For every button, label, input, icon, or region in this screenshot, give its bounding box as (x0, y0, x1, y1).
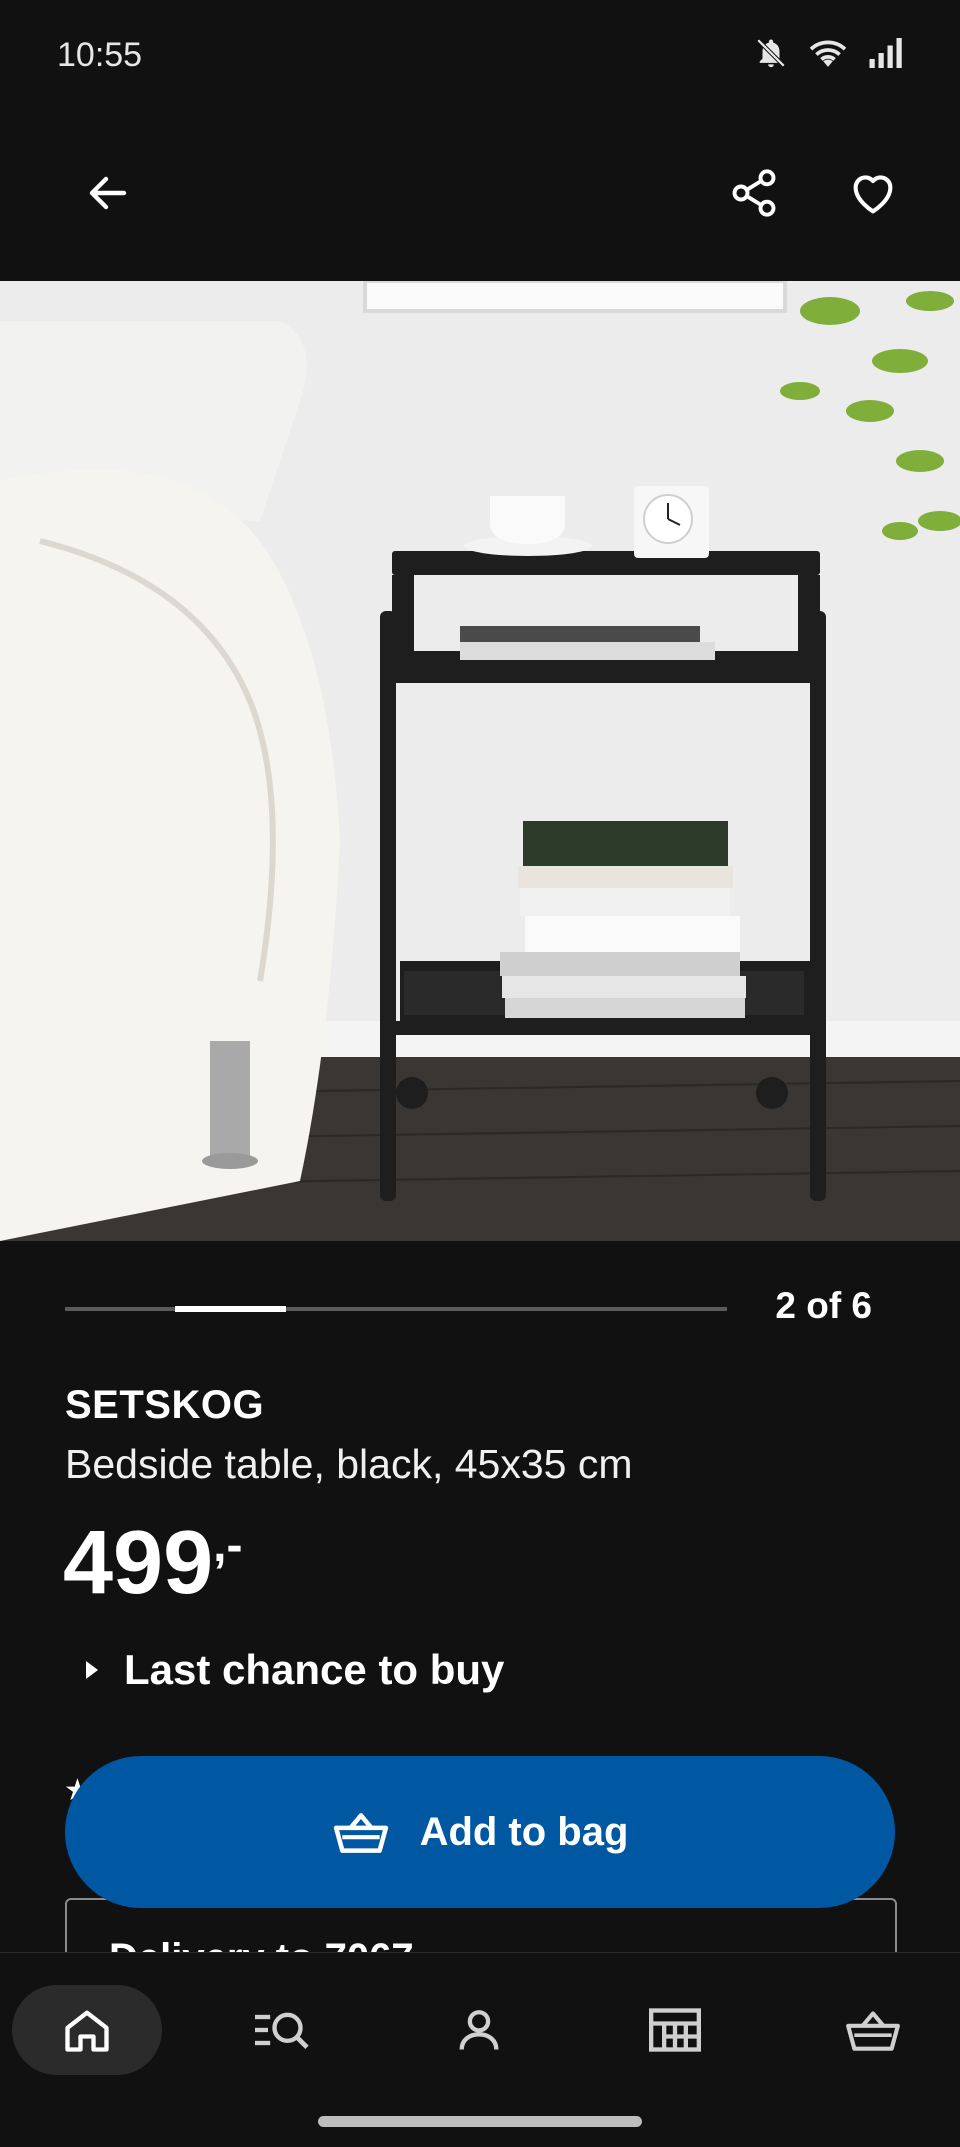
status-bar: 10:55 (0, 0, 960, 115)
availability-label: Last chance to buy (124, 1646, 505, 1693)
heart-icon (853, 175, 893, 214)
signal-icon (869, 38, 902, 68)
tab-home[interactable] (12, 1985, 162, 2075)
person-icon (459, 2010, 499, 2050)
image-counter: 2 of 6 (775, 1285, 872, 1326)
price-suffix: ,- (213, 1519, 243, 1572)
share-icon (732, 169, 776, 217)
image-carousel-indicator: 2 of 6 (0, 1241, 960, 1341)
store-icon (649, 2008, 701, 2052)
add-to-bag-label: Add to bag (419, 1809, 629, 1854)
carousel-progress (175, 1306, 286, 1312)
home-indicator[interactable] (318, 2116, 642, 2127)
basket-icon (333, 1813, 388, 1853)
tab-bag[interactable] (798, 1985, 948, 2075)
basket-icon (846, 2011, 900, 2051)
product-image[interactable] (0, 281, 960, 1241)
status-icons (754, 36, 904, 70)
favorite-button[interactable] (833, 153, 913, 233)
availability-toggle[interactable]: Last chance to buy (86, 1645, 504, 1695)
bell-off-icon (756, 38, 786, 68)
product-price: 499,- (63, 1518, 243, 1608)
product-photo (0, 281, 960, 1241)
top-nav (0, 115, 960, 280)
back-arrow-icon (89, 176, 127, 210)
tab-stores[interactable] (600, 1985, 750, 2075)
home-icon (65, 2010, 109, 2052)
price-value: 499 (63, 1513, 214, 1613)
wifi-icon (809, 40, 847, 67)
tab-profile[interactable] (404, 1985, 554, 2075)
product-description: Bedside table, black, 45x35 cm (65, 1441, 633, 1487)
status-time: 10:55 (57, 36, 143, 74)
tab-search[interactable] (206, 1985, 356, 2075)
search-list-icon (255, 2012, 309, 2050)
back-button[interactable] (68, 153, 148, 233)
carousel-track (65, 1306, 727, 1312)
triangle-right-icon (86, 1661, 98, 1679)
add-to-bag-button[interactable]: Add to bag (65, 1756, 895, 1908)
product-name: SETSKOG (65, 1383, 265, 1427)
share-button[interactable] (714, 153, 794, 233)
